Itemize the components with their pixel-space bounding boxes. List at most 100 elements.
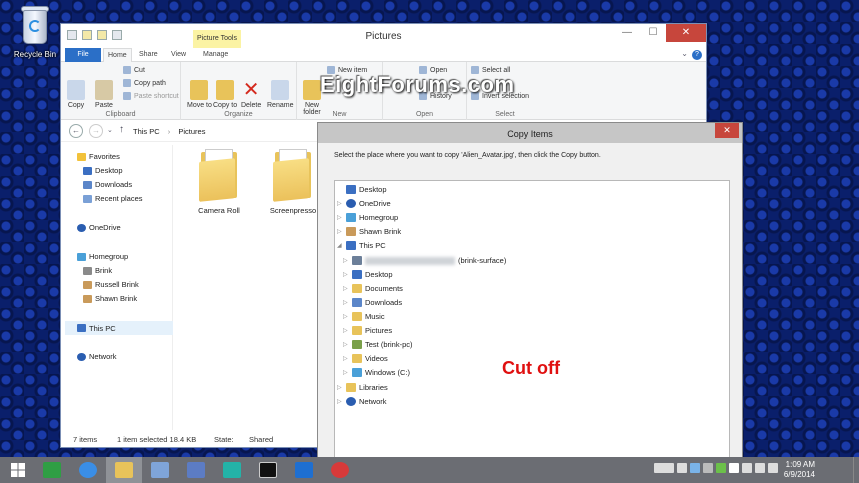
copy-button[interactable]: Copy: [67, 80, 85, 109]
expand-arrow-icon[interactable]: ▷: [343, 271, 349, 278]
delete-button[interactable]: ✕ Delete: [241, 80, 261, 109]
nav-this-pc[interactable]: This PC: [65, 321, 173, 335]
help-icon[interactable]: ?: [692, 50, 702, 60]
tree-videos[interactable]: ▷ Videos: [343, 354, 388, 363]
nav-homegroup[interactable]: Homegroup: [77, 252, 128, 261]
tree-pictures[interactable]: ▷ Pictures: [343, 326, 392, 335]
start-button[interactable]: [0, 457, 36, 483]
back-button[interactable]: ←: [69, 124, 83, 138]
expand-arrow-icon[interactable]: ▷: [337, 214, 343, 221]
nav-recent-places[interactable]: Recent places: [83, 194, 143, 203]
network-tray-icon[interactable]: [755, 463, 765, 473]
minimize-button[interactable]: —: [614, 24, 640, 42]
tray-status-icon[interactable]: [716, 463, 726, 473]
nav-desktop[interactable]: Desktop: [83, 166, 123, 175]
forward-button[interactable]: →: [89, 124, 103, 138]
recycle-bin-shortcut[interactable]: Recycle Bin: [8, 4, 62, 59]
expand-arrow-icon[interactable]: ▷: [343, 285, 349, 292]
paste-button[interactable]: Paste: [95, 80, 113, 109]
power-icon[interactable]: [742, 463, 752, 473]
tree-homegroup[interactable]: ▷ Homegroup: [337, 213, 398, 222]
maximize-button[interactable]: ☐: [640, 24, 666, 42]
tree-desktop[interactable]: Desktop: [337, 185, 387, 194]
nav-russell-brink[interactable]: Russell Brink: [83, 280, 139, 289]
breadcrumb-this-pc[interactable]: This PC: [133, 127, 160, 136]
taskbar-file-explorer[interactable]: [106, 457, 142, 483]
move-to-button[interactable]: Move to: [187, 80, 212, 109]
tray-device-icon[interactable]: [703, 463, 713, 473]
taskbar-mail[interactable]: [286, 457, 322, 483]
close-button[interactable]: ✕: [666, 24, 706, 42]
breadcrumb-pictures[interactable]: Pictures: [178, 127, 205, 136]
tree-downloads[interactable]: ▷ Downloads: [343, 298, 402, 307]
nav-downloads[interactable]: Downloads: [83, 180, 132, 189]
expand-arrow-icon[interactable]: ▷: [343, 299, 349, 306]
tree-windows-c[interactable]: ▷ Windows (C:): [343, 368, 410, 377]
expand-arrow-icon[interactable]: ▷: [343, 327, 349, 334]
tree-documents[interactable]: ▷ Documents: [343, 284, 403, 293]
expand-arrow-icon[interactable]: ▷: [343, 313, 349, 320]
expand-arrow-icon[interactable]: ▷: [343, 257, 349, 264]
taskbar-app-6[interactable]: [214, 457, 250, 483]
tree-device[interactable]: ▷ (brink-surface): [343, 256, 506, 265]
tree-this-pc[interactable]: ◢ This PC: [337, 241, 386, 250]
expand-arrow-icon[interactable]: ▷: [343, 341, 349, 348]
expand-arrow-icon[interactable]: ▷: [337, 398, 343, 405]
ribbon-expand-icon[interactable]: ⌄: [681, 49, 688, 58]
folder-camera-roll[interactable]: Camera Roll: [189, 148, 249, 215]
taskbar-remote-desktop[interactable]: [142, 457, 178, 483]
tab-view[interactable]: View: [171, 48, 186, 62]
user-icon: [83, 294, 92, 303]
recent-locations-icon[interactable]: ⌄: [107, 126, 113, 134]
cut-button[interactable]: Cut: [123, 66, 145, 74]
breadcrumb[interactable]: This PC › Pictures: [133, 127, 211, 136]
expand-arrow-icon[interactable]: ▷: [337, 384, 343, 391]
tab-share[interactable]: Share: [139, 48, 158, 62]
up-button[interactable]: ↑: [119, 124, 124, 135]
dialog-close-button[interactable]: ✕: [715, 123, 739, 138]
folder-tree[interactable]: Desktop ▷ OneDrive ▷ Homegroup ▷ Shawn Brin…: [334, 180, 730, 463]
copy-path-button[interactable]: Copy path: [123, 79, 166, 87]
expand-arrow-icon[interactable]: ▷: [337, 200, 343, 207]
folder-screenpresso[interactable]: Screenpresso: [263, 148, 323, 215]
rename-button[interactable]: Rename: [267, 80, 293, 109]
nav-favorites[interactable]: Favorites: [77, 152, 120, 161]
expand-arrow-icon[interactable]: ▷: [343, 355, 349, 362]
tree-music[interactable]: ▷ Music: [343, 312, 385, 321]
show-desktop-button[interactable]: [853, 457, 859, 483]
star-icon: [77, 152, 86, 161]
tray-cloud-icon[interactable]: [690, 463, 700, 473]
nav-shawn-brink[interactable]: Shawn Brink: [83, 294, 137, 303]
copy-to-button[interactable]: Copy to: [213, 80, 237, 109]
action-center-flag-icon[interactable]: [729, 463, 739, 473]
expand-arrow-icon[interactable]: ▷: [343, 369, 349, 376]
taskbar-command-prompt[interactable]: [250, 457, 286, 483]
tab-manage[interactable]: Manage: [203, 48, 228, 62]
tree-test[interactable]: ▷ Test (brink-pc): [343, 340, 413, 349]
tree-desktop-2[interactable]: ▷ Desktop: [343, 270, 393, 279]
taskbar-app-5[interactable]: [178, 457, 214, 483]
taskbar-screenpresso[interactable]: [322, 457, 358, 483]
clipboard-group-label: Clipboard: [105, 111, 136, 118]
expand-arrow-icon[interactable]: ▷: [337, 228, 343, 235]
nav-network[interactable]: Network: [77, 352, 117, 361]
volume-icon[interactable]: [768, 463, 778, 473]
tray-app-icon[interactable]: [677, 463, 687, 473]
taskbar-store[interactable]: [34, 457, 70, 483]
tree-onedrive[interactable]: ▷ OneDrive: [337, 199, 391, 208]
touch-keyboard-icon[interactable]: [654, 463, 674, 473]
window-controls: — ☐ ✕: [614, 24, 706, 42]
nav-onedrive[interactable]: OneDrive: [77, 223, 121, 232]
tree-shawn-brink[interactable]: ▷ Shawn Brink: [337, 227, 401, 236]
tab-home[interactable]: Home: [103, 48, 132, 62]
scissors-icon: [123, 66, 131, 74]
tree-network[interactable]: ▷ Network: [337, 397, 387, 406]
taskbar-internet-explorer[interactable]: [70, 457, 106, 483]
tree-libraries[interactable]: ▷ Libraries: [337, 383, 388, 392]
state-label: State:: [214, 435, 234, 444]
collapse-arrow-icon[interactable]: ◢: [337, 242, 343, 249]
nav-brink[interactable]: Brink: [83, 266, 112, 275]
paste-shortcut-button[interactable]: Paste shortcut: [123, 92, 179, 100]
tab-file[interactable]: File: [65, 48, 101, 62]
clock[interactable]: 1:09 AM 6/9/2014: [784, 460, 815, 480]
